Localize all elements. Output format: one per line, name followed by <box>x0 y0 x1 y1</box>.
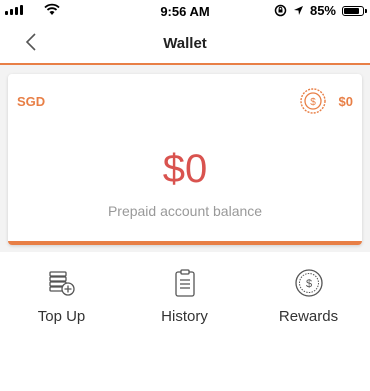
rewards-label: Rewards <box>278 308 339 325</box>
rewards-button[interactable]: $ Rewards <box>247 262 370 334</box>
dollar-coin-icon: $ <box>294 269 323 297</box>
dollar-coin-icon: $ <box>300 88 326 114</box>
top-up-label: Top Up <box>37 308 86 325</box>
wallet-actions: Top Up History $ Rewards <box>0 262 370 342</box>
reward-amount: $0 <box>338 94 353 109</box>
location-icon <box>293 6 303 15</box>
battery-icon <box>342 5 367 16</box>
page-title: Wallet <box>163 35 207 52</box>
svg-text:$: $ <box>305 278 311 290</box>
status-bar: 9:56 AM 85% <box>0 0 370 22</box>
rotation-lock-icon <box>274 4 287 17</box>
coins-plus-icon <box>48 271 75 296</box>
balance-label: Prepaid account balance <box>107 203 263 219</box>
wallet-card-area: SGD $ $0 $0 Prepaid account balance <box>0 65 370 252</box>
currency-label: SGD <box>17 94 46 109</box>
balance-amount: $0 <box>162 147 208 191</box>
battery-percentage: 85% <box>309 3 336 18</box>
navigation-bar: Wallet <box>0 22 370 63</box>
card-accent-bar <box>8 241 362 245</box>
history-label: History <box>161 308 208 325</box>
history-button[interactable]: History <box>123 262 246 334</box>
wallet-card: SGD $ $0 $0 Prepaid account balance <box>8 74 362 245</box>
top-up-button[interactable]: Top Up <box>0 262 123 334</box>
svg-text:$: $ <box>310 97 316 108</box>
clipboard-icon <box>174 269 195 297</box>
